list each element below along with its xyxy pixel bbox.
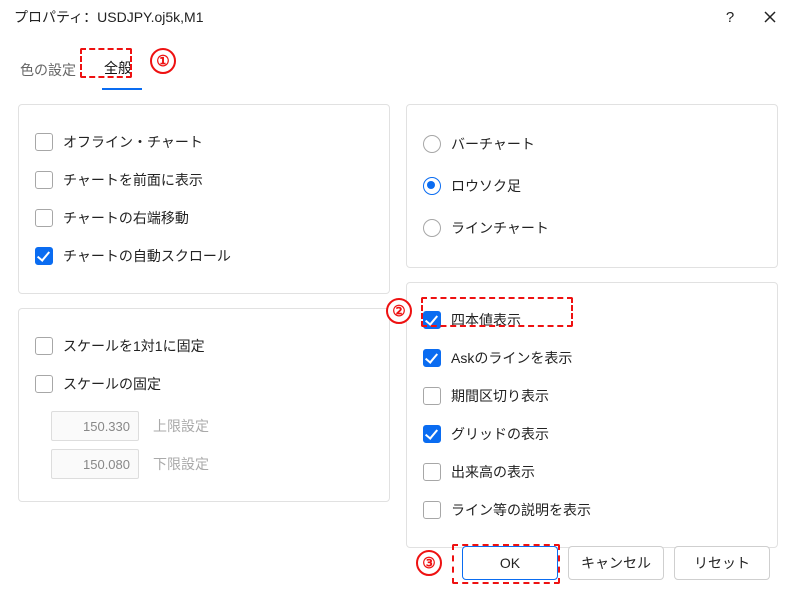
tab-color-settings[interactable]: 色の設定 [18,54,86,90]
ok-button[interactable]: OK [462,546,558,580]
grid-row[interactable]: グリッドの表示 [423,415,759,453]
line-chart-radio[interactable] [423,219,441,237]
upper-limit-row: 150.330 上限設定 [35,403,371,441]
chart-type-panel: バーチャート ロウソク足 ラインチャート [406,104,778,268]
chart-autoscroll-checkbox[interactable] [35,247,53,265]
dialog-body: オフライン・チャート チャートを前面に表示 チャートの右端移動 チャートの自動ス… [0,90,800,556]
chart-front-row[interactable]: チャートを前面に表示 [35,161,371,199]
chart-front-label: チャートを前面に表示 [63,170,203,190]
scale-fix-label: スケールの固定 [63,374,161,394]
bar-chart-radio[interactable] [423,135,441,153]
upper-limit-label: 上限設定 [153,416,209,436]
volumes-row[interactable]: 出来高の表示 [423,453,759,491]
scale-fix-one-label: スケールを1対1に固定 [63,336,205,356]
title-bar: プロパティ：USDJPY.oj5k,M1 ? [0,0,800,34]
reset-button[interactable]: リセット [674,546,770,580]
period-sep-label: 期間区切り表示 [451,386,549,406]
period-sep-row[interactable]: 期間区切り表示 [423,377,759,415]
help-button[interactable]: ? [710,0,750,34]
scale-fix-checkbox[interactable] [35,375,53,393]
bar-chart-label: バーチャート [451,134,535,154]
chart-front-checkbox[interactable] [35,171,53,189]
ask-line-label: Askのラインを表示 [451,348,572,368]
close-button[interactable] [750,0,790,34]
grid-checkbox[interactable] [423,425,441,443]
candles-label: ロウソク足 [451,176,521,196]
volumes-label: 出来高の表示 [451,462,535,482]
line-chart-row[interactable]: ラインチャート [423,207,759,249]
descriptions-checkbox[interactable] [423,501,441,519]
grid-label: グリッドの表示 [451,424,549,444]
candles-radio[interactable] [423,177,441,195]
lower-limit-label: 下限設定 [153,454,209,474]
scale-fix-row[interactable]: スケールの固定 [35,365,371,403]
offline-chart-label: オフライン・チャート [63,132,203,152]
chart-shift-row[interactable]: チャートの右端移動 [35,199,371,237]
line-chart-label: ラインチャート [451,218,549,238]
offline-chart-row[interactable]: オフライン・チャート [35,123,371,161]
display-options-panel: 四本値表示 Askのラインを表示 期間区切り表示 グリッドの表示 出来高の表示 … [406,282,778,548]
chart-shift-checkbox[interactable] [35,209,53,227]
lower-limit-input[interactable]: 150.080 [51,449,139,479]
scale-panel: スケールを1対1に固定 スケールの固定 150.330 上限設定 150.080… [18,308,390,502]
tab-bar: 色の設定 全般 [0,34,800,90]
ohlc-row[interactable]: 四本値表示 [423,301,759,339]
descriptions-row[interactable]: ライン等の説明を表示 [423,491,759,529]
chart-autoscroll-row[interactable]: チャートの自動スクロール [35,237,371,275]
tab-general[interactable]: 全般 [102,52,142,90]
lower-limit-row: 150.080 下限設定 [35,441,371,479]
window-title: プロパティ：USDJPY.oj5k,M1 [14,7,710,27]
scale-fix-one-checkbox[interactable] [35,337,53,355]
upper-limit-input[interactable]: 150.330 [51,411,139,441]
ohlc-checkbox[interactable] [423,311,441,329]
ask-line-row[interactable]: Askのラインを表示 [423,339,759,377]
chart-shift-label: チャートの右端移動 [63,208,189,228]
ask-line-checkbox[interactable] [423,349,441,367]
candles-row[interactable]: ロウソク足 [423,165,759,207]
descriptions-label: ライン等の説明を表示 [451,500,591,520]
scale-fix-one-row[interactable]: スケールを1対1に固定 [35,327,371,365]
offline-chart-checkbox[interactable] [35,133,53,151]
chart-options-panel: オフライン・チャート チャートを前面に表示 チャートの右端移動 チャートの自動ス… [18,104,390,294]
ohlc-label: 四本値表示 [451,310,521,330]
chart-autoscroll-label: チャートの自動スクロール [63,246,231,266]
volumes-checkbox[interactable] [423,463,441,481]
footer-buttons: OK キャンセル リセット [0,546,800,592]
period-sep-checkbox[interactable] [423,387,441,405]
bar-chart-row[interactable]: バーチャート [423,123,759,165]
cancel-button[interactable]: キャンセル [568,546,664,580]
